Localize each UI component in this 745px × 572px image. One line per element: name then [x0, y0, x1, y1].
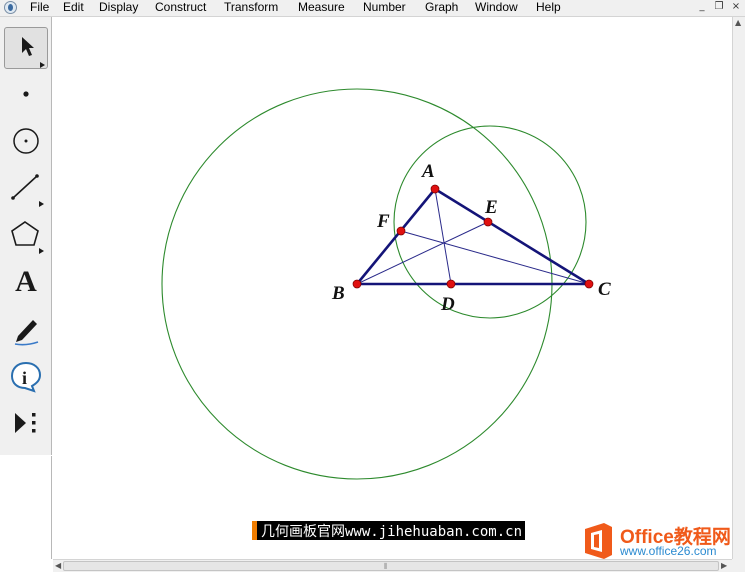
menu-edit[interactable]: Edit	[63, 0, 84, 16]
office-logo-icon	[585, 523, 612, 559]
menu-number[interactable]: Number	[363, 0, 406, 16]
polygon-icon	[11, 221, 44, 254]
compass-icon	[13, 128, 39, 154]
information-tool[interactable]: i	[4, 355, 48, 397]
sketch-canvas[interactable]: A B C D E F 几何画板官网www.jihehuaban.com.cn	[53, 17, 732, 560]
selection-arrow-tool[interactable]	[4, 27, 48, 69]
straightedge-tool[interactable]	[4, 167, 48, 209]
point-C[interactable]	[584, 279, 594, 289]
app-icon[interactable]	[4, 1, 17, 14]
menu-transform[interactable]: Transform	[224, 0, 278, 16]
menu-window[interactable]: Window	[475, 0, 518, 16]
point-E[interactable]	[483, 217, 493, 227]
menu-graph[interactable]: Graph	[425, 0, 458, 16]
minimize-button[interactable]: _	[695, 1, 709, 14]
logo-url: www.office26.com	[620, 544, 717, 558]
point-icon	[23, 91, 29, 97]
horizontal-scroll-thumb[interactable]: ⦀	[63, 561, 719, 571]
toolbox: A i	[0, 17, 52, 455]
text-tool-glyph: A	[15, 265, 37, 298]
menu-measure[interactable]: Measure	[298, 0, 345, 16]
vertical-scrollbar[interactable]: ▲	[732, 17, 745, 560]
point-D[interactable]	[446, 279, 456, 289]
label-C[interactable]: C	[598, 279, 611, 300]
close-button[interactable]: ×	[729, 1, 743, 14]
toolbox-empty-area	[0, 456, 52, 559]
marker-tool[interactable]	[4, 308, 48, 350]
scroll-up-icon[interactable]: ▲	[735, 18, 741, 28]
label-D[interactable]: D	[440, 294, 455, 315]
point-tool[interactable]	[4, 73, 48, 115]
play-more-icon	[15, 413, 36, 433]
label-B[interactable]: B	[331, 283, 345, 304]
arrow-icon	[22, 37, 45, 68]
restore-button[interactable]: ❐	[712, 1, 726, 14]
menu-display[interactable]: Display	[99, 0, 138, 16]
menu-construct[interactable]: Construct	[155, 0, 206, 16]
marker-pen-icon	[14, 320, 39, 346]
point-B[interactable]	[352, 279, 362, 289]
office-logo: Office教程网 www.office26.com	[582, 520, 742, 564]
label-F[interactable]: F	[376, 211, 390, 232]
label-E[interactable]: E	[484, 197, 498, 218]
horizontal-scrollbar[interactable]: ◀ ⦀ ▶	[53, 559, 732, 572]
info-icon: i	[10, 361, 42, 393]
svg-text:i: i	[22, 368, 27, 388]
grip-icon: ⦀	[384, 562, 388, 571]
geometry-sketch: A B C D E F	[161, 88, 611, 480]
cevian-CF[interactable]	[400, 230, 590, 285]
text-tool[interactable]: A	[4, 261, 48, 303]
menu-file[interactable]: File	[30, 0, 49, 16]
scroll-right-icon[interactable]: ▶	[721, 561, 727, 571]
segment-icon	[11, 174, 44, 207]
scroll-left-icon[interactable]: ◀	[55, 561, 61, 571]
compass-tool[interactable]	[4, 120, 48, 162]
point-F[interactable]	[396, 226, 406, 236]
menu-bar: File Edit Display Construct Transform Me…	[0, 0, 745, 17]
point-A[interactable]	[430, 184, 440, 194]
website-caption: 几何画板官网www.jihehuaban.com.cn	[252, 521, 526, 540]
caption-text: 几何画板官网www.jihehuaban.com.cn	[261, 524, 523, 540]
size-grip[interactable]	[732, 559, 745, 572]
menu-help[interactable]: Help	[536, 0, 561, 16]
custom-tool[interactable]	[4, 402, 48, 444]
polygon-tool[interactable]	[4, 214, 48, 256]
label-A[interactable]: A	[421, 161, 435, 182]
cevian-AD[interactable]	[434, 188, 452, 285]
